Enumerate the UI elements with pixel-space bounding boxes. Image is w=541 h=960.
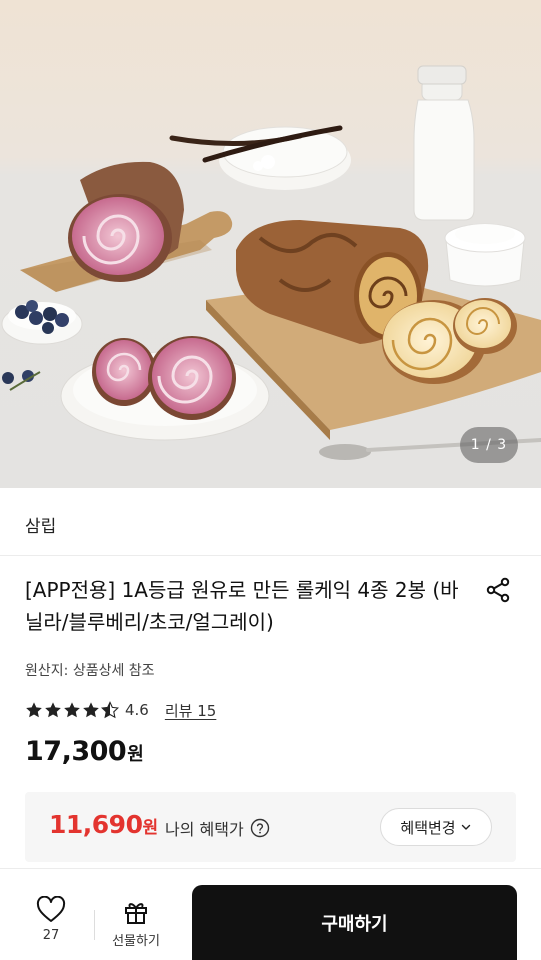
benefit-price-number: 11,690 — [49, 810, 143, 839]
like-count: 27 — [42, 928, 60, 943]
star-icon — [45, 702, 61, 718]
regular-price-unit: 원 — [127, 744, 144, 765]
benefit-label-text: 나의 혜택가 — [165, 820, 244, 839]
benefit-change-button[interactable]: 혜택변경 — [380, 808, 492, 846]
regular-price-number: 17,300 — [25, 736, 127, 767]
origin-info: 원산지: 상품상세 참조 — [25, 660, 155, 680]
origin-value: 상품상세 참조 — [72, 663, 155, 679]
like-button[interactable]: 27 — [28, 896, 74, 952]
benefit-label: 나의 혜택가 — [165, 816, 270, 840]
star-icon — [26, 702, 42, 718]
buy-button[interactable]: 구매하기 — [192, 885, 517, 960]
star-icon — [83, 702, 99, 718]
gift-icon — [125, 903, 147, 924]
divider — [0, 868, 541, 869]
star-half-icon — [101, 701, 119, 719]
rating-row: 4.6 리뷰 15 — [25, 698, 216, 722]
share-button[interactable] — [482, 574, 514, 606]
help-circle-icon[interactable] — [250, 818, 270, 838]
buy-button-label: 구매하기 — [321, 913, 388, 935]
regular-price: 17,300원 — [25, 736, 144, 767]
star-rating — [25, 701, 119, 719]
rating-score: 4.6 — [125, 701, 149, 719]
product-title: [APP전용] 1A등급 원유로 만든 롤케익 4종 2봉 (바닐라/블루베리/… — [25, 578, 459, 634]
divider — [94, 910, 95, 940]
product-photo — [0, 0, 541, 488]
star-icon — [64, 702, 80, 718]
share-icon — [486, 577, 510, 603]
benefit-change-label: 혜택변경 — [400, 818, 456, 837]
chevron-down-icon — [461, 824, 470, 830]
image-page-indicator: 1 / 3 — [460, 427, 518, 463]
brand-row[interactable]: 삼립 — [0, 488, 541, 556]
brand-name[interactable]: 삼립 — [25, 512, 56, 537]
bottom-action-bar: 27 선물하기 구매하기 — [0, 870, 541, 960]
heart-icon — [36, 896, 66, 922]
benefit-price-box: 11,690원 나의 혜택가 혜택변경 — [25, 792, 516, 862]
origin-label: 원산지: — [25, 663, 69, 679]
gift-button[interactable]: 선물하기 — [104, 898, 168, 954]
benefit-price-unit: 원 — [142, 818, 158, 838]
benefit-price: 11,690원 — [49, 810, 158, 839]
product-image-carousel[interactable]: 1 / 3 — [0, 0, 541, 488]
gift-label: 선물하기 — [112, 934, 160, 949]
review-link[interactable]: 리뷰 15 — [165, 700, 216, 721]
